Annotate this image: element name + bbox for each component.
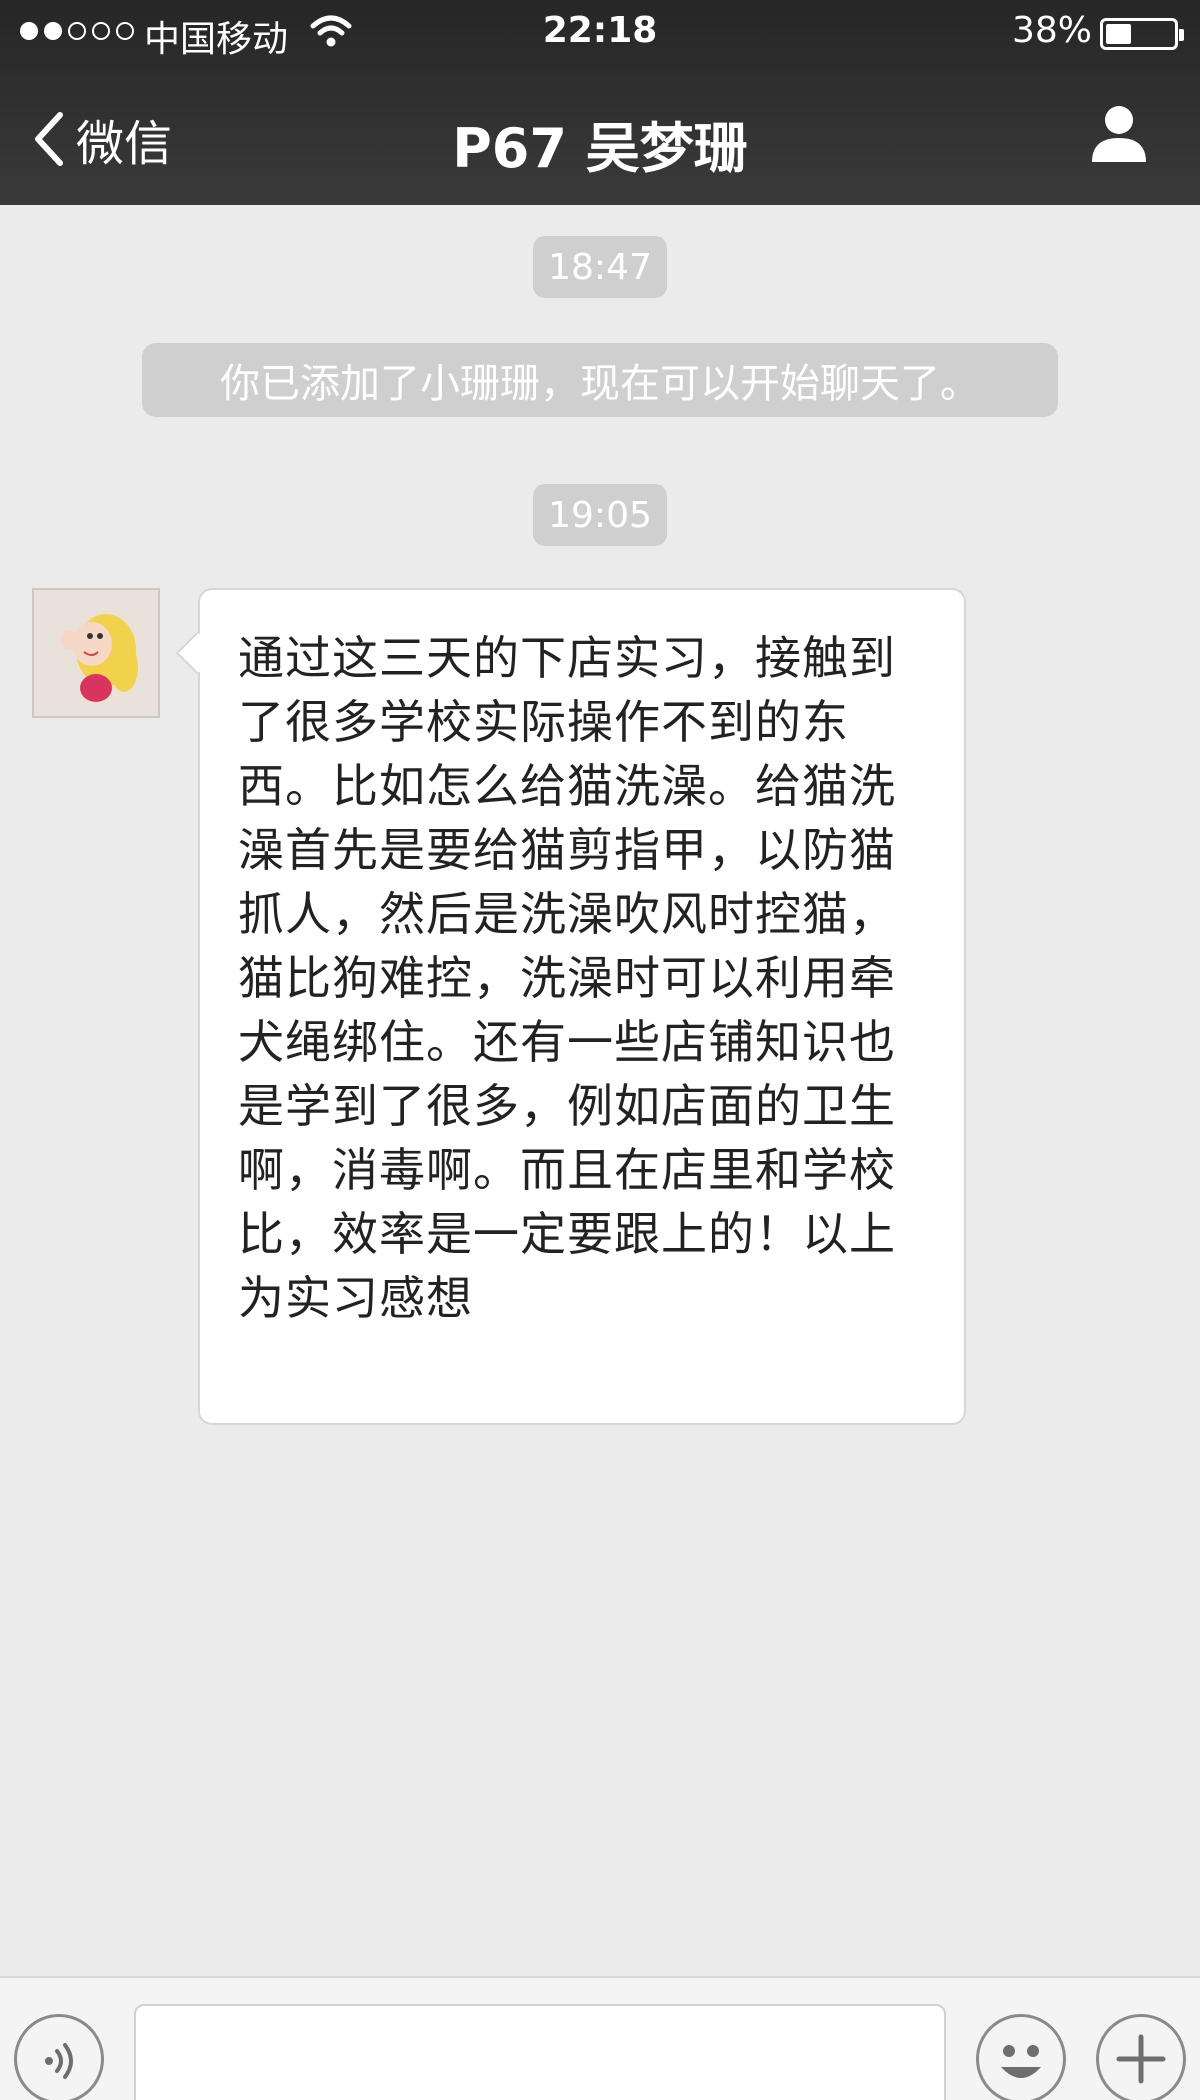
input-bar (0, 1976, 1200, 2100)
battery-icon (1100, 18, 1184, 50)
contact-avatar[interactable] (32, 588, 160, 718)
system-message: 你已添加了小珊珊，现在可以开始聊天了。 (142, 343, 1058, 417)
message-bubble[interactable]: 通过这三天的下店实习，接触到了很多学校实际操作不到的东西。比如怎么给猫洗澡。给猫… (175, 588, 966, 1425)
message-text: 通过这三天的下店实习，接触到了很多学校实际操作不到的东西。比如怎么给猫洗澡。给猫… (238, 631, 896, 1325)
top-bar: 中国移动 22:18 38% 微信 P67 吴梦珊 (0, 0, 1200, 205)
cartoon-girl-avatar-icon (34, 590, 158, 716)
nav-bar: 微信 P67 吴梦珊 (0, 66, 1200, 205)
battery-percent: 38% (1011, 10, 1092, 51)
plus-icon (1116, 2034, 1166, 2084)
timestamp-pill: 18:47 (533, 236, 667, 298)
bubble-tail (175, 631, 219, 675)
voice-button[interactable] (14, 2014, 104, 2100)
chat-title: P67 吴梦珊 (452, 117, 748, 180)
message-input[interactable] (134, 2004, 946, 2100)
more-button[interactable] (1096, 2014, 1186, 2100)
profile-icon[interactable] (1088, 102, 1150, 164)
voice-icon (45, 2043, 73, 2079)
timestamp-pill: 19:05 (533, 484, 667, 546)
battery-level (1106, 24, 1131, 44)
status-bar: 中国移动 22:18 38% (0, 0, 1200, 66)
smiley-icon (1001, 2045, 1041, 2078)
emoji-button[interactable] (976, 2014, 1066, 2100)
